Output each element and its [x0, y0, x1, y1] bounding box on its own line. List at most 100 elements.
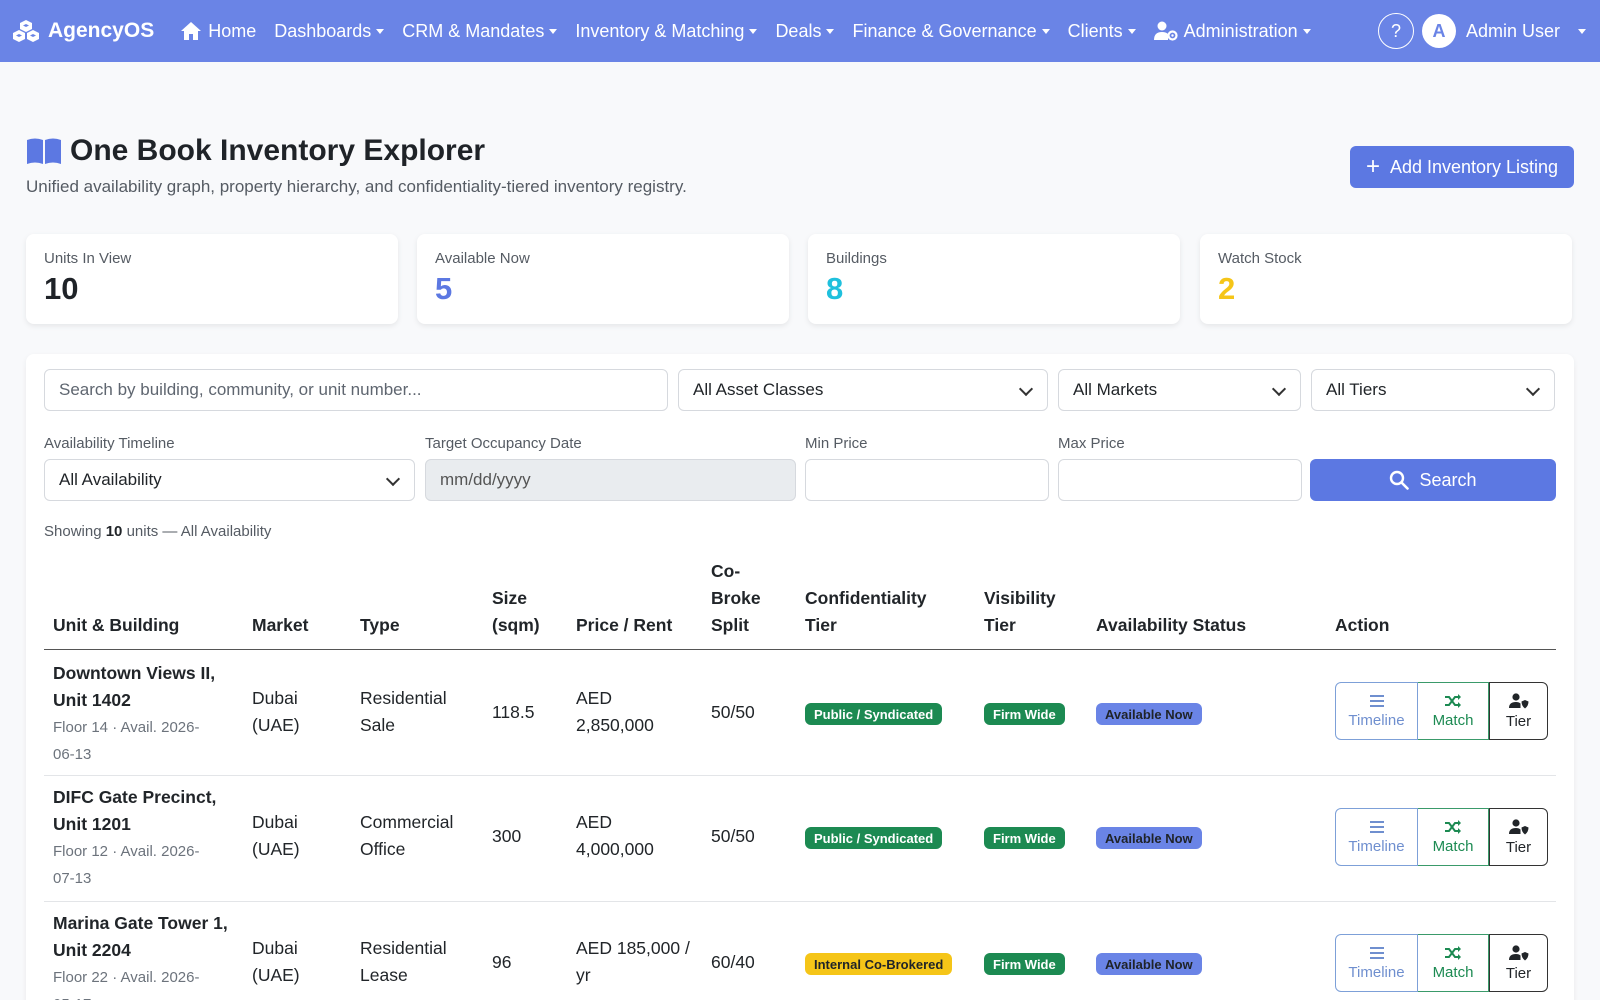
min-price-input[interactable]	[805, 459, 1049, 501]
page-subtitle: Unified availability graph, property hie…	[26, 177, 687, 196]
avatar[interactable]: A	[1421, 14, 1456, 48]
unit-building-cell: Downtown Views II, Unit 1402 Floor 14 · …	[53, 660, 215, 768]
nav-crm-mandates[interactable]: CRM & Mandates	[402, 20, 558, 42]
shuffle-icon	[1445, 819, 1461, 834]
caret-down-icon	[1127, 28, 1136, 34]
help-button[interactable]: ?	[1377, 13, 1414, 49]
nav-clients[interactable]: Clients	[1068, 21, 1136, 42]
type-cell: Residential Lease	[360, 935, 447, 989]
max-price-input[interactable]	[1058, 459, 1302, 501]
tier-label: Tier	[1505, 838, 1532, 856]
page-title: One Book Inventory Explorer	[70, 134, 486, 167]
price-line1: AED	[576, 688, 612, 708]
market-line1: Dubai	[252, 812, 298, 832]
size-cell: 96	[492, 952, 512, 972]
nav-finance-governance[interactable]: Finance & Governance	[852, 20, 1050, 42]
plus-icon: +	[1365, 153, 1380, 180]
timeline-button[interactable]: Timeline	[1335, 934, 1418, 992]
target-occupancy-date-input[interactable]: mm/dd/yyyy	[425, 459, 796, 501]
tier-button[interactable]: Tier	[1489, 808, 1548, 866]
stat-card-available-now: Available Now 5	[417, 234, 789, 324]
nav-dashboards[interactable]: Dashboards	[274, 21, 385, 42]
summary-suffix: units — All Availability	[126, 523, 272, 540]
search-button-label: Search	[1419, 469, 1477, 490]
status-badge: Available Now	[1096, 953, 1202, 975]
cubes-logo-icon	[13, 20, 39, 42]
nav-home-label: Home	[208, 20, 257, 41]
status-badge: Available Now	[1096, 703, 1202, 725]
price-line2: 2,850,000	[576, 715, 654, 735]
availability-timeline-select[interactable]: All Availability	[44, 459, 415, 501]
shuffle-icon	[1445, 945, 1461, 960]
col-vis-line1: Visibility	[984, 588, 1056, 608]
match-button[interactable]: Match	[1418, 934, 1489, 992]
stat-label: Units In View	[44, 250, 132, 267]
list-icon	[1369, 694, 1384, 707]
col-availability-status: Availability Status	[1096, 615, 1247, 635]
list-icon	[1369, 946, 1384, 959]
search-input[interactable]: Search by building, community, or unit n…	[44, 369, 668, 411]
type-cell: Residential Sale	[360, 685, 447, 739]
user-shield-icon	[1508, 692, 1528, 708]
stat-value: 8	[826, 271, 844, 306]
tier-button[interactable]: Tier	[1489, 934, 1548, 992]
caret-down-icon	[749, 28, 758, 34]
col-conf-line2: Tier	[805, 615, 837, 635]
timeline-button[interactable]: Timeline	[1335, 808, 1418, 866]
unit-name-line1[interactable]: Marina Gate Tower 1,	[53, 910, 228, 937]
table-row: Downtown Views II, Unit 1402 Floor 14 · …	[44, 650, 1556, 776]
match-button[interactable]: Match	[1418, 682, 1489, 740]
match-button[interactable]: Match	[1418, 808, 1489, 866]
timeline-label: Availability Timeline	[44, 435, 175, 452]
cobroke-split-cell: 60/40	[711, 952, 755, 972]
visibility-badge: Firm Wide	[984, 827, 1065, 849]
tiers-select[interactable]: All Tiers	[1311, 369, 1555, 411]
unit-building-cell: Marina Gate Tower 1, Unit 2204 Floor 22 …	[53, 910, 228, 1000]
brand-name: AgencyOS	[48, 19, 155, 42]
market-cell: Dubai (UAE)	[252, 685, 300, 739]
unit-name-line2[interactable]: Unit 2204	[53, 937, 228, 964]
search-button[interactable]: Search	[1310, 459, 1556, 501]
col-confidentiality-tier: Confidentiality Tier	[805, 585, 927, 639]
unit-sub-line1: Floor 12 · Avail. 2026-	[53, 843, 200, 860]
price-line2: 4,000,000	[576, 839, 654, 859]
row-actions: Timeline Match Tier	[1335, 934, 1548, 992]
unit-sub-line2: 06-13	[53, 746, 92, 763]
nav-home[interactable]: Home	[180, 21, 256, 42]
col-cobroke-line2: Broke	[711, 588, 761, 608]
nav-admin-label: Administration	[1183, 20, 1298, 41]
col-size: Size (sqm)	[492, 585, 540, 639]
brand[interactable]: AgencyOS	[12, 19, 154, 43]
page-title-row: One Book Inventory Explorer	[26, 134, 687, 168]
stat-label: Buildings	[826, 250, 887, 267]
nav-finance-label: Finance & Governance	[852, 20, 1037, 41]
user-name[interactable]: Admin User	[1466, 21, 1560, 42]
stat-label: Watch Stock	[1218, 250, 1302, 267]
tier-label: Tier	[1505, 964, 1532, 982]
markets-select[interactable]: All Markets	[1058, 369, 1301, 411]
unit-name-line2[interactable]: Unit 1201	[53, 811, 216, 838]
nav-inventory-matching[interactable]: Inventory & Matching	[575, 21, 758, 42]
asset-class-select[interactable]: All Asset Classes	[678, 369, 1048, 411]
row-actions: Timeline Match Tier	[1335, 682, 1548, 740]
nav-crm-label: CRM & Mandates	[402, 20, 545, 41]
tier-button[interactable]: Tier	[1489, 682, 1548, 740]
match-label: Match	[1432, 837, 1474, 855]
nav-administration[interactable]: Administration	[1153, 20, 1311, 42]
market-line2: (UAE)	[252, 965, 300, 985]
cobroke-split-cell: 50/50	[711, 826, 755, 846]
timeline-button[interactable]: Timeline	[1335, 682, 1418, 740]
type-cell: Commercial Office	[360, 809, 453, 863]
unit-name-line2[interactable]: Unit 1402	[53, 687, 215, 714]
confidentiality-badge: Internal Co-Brokered	[805, 953, 953, 975]
size-cell: 300	[492, 826, 522, 846]
add-inventory-listing-button[interactable]: + Add Inventory Listing	[1350, 146, 1574, 188]
unit-name-line1[interactable]: Downtown Views II,	[53, 660, 215, 687]
stat-label: Available Now	[435, 250, 530, 267]
nav-deals[interactable]: Deals	[775, 21, 835, 42]
user-menu-caret-icon[interactable]	[1578, 28, 1586, 34]
market-line2: (UAE)	[252, 839, 300, 859]
market-line2: (UAE)	[252, 715, 300, 735]
unit-name-line1[interactable]: DIFC Gate Precinct,	[53, 784, 216, 811]
col-size-line1: Size	[492, 588, 528, 608]
